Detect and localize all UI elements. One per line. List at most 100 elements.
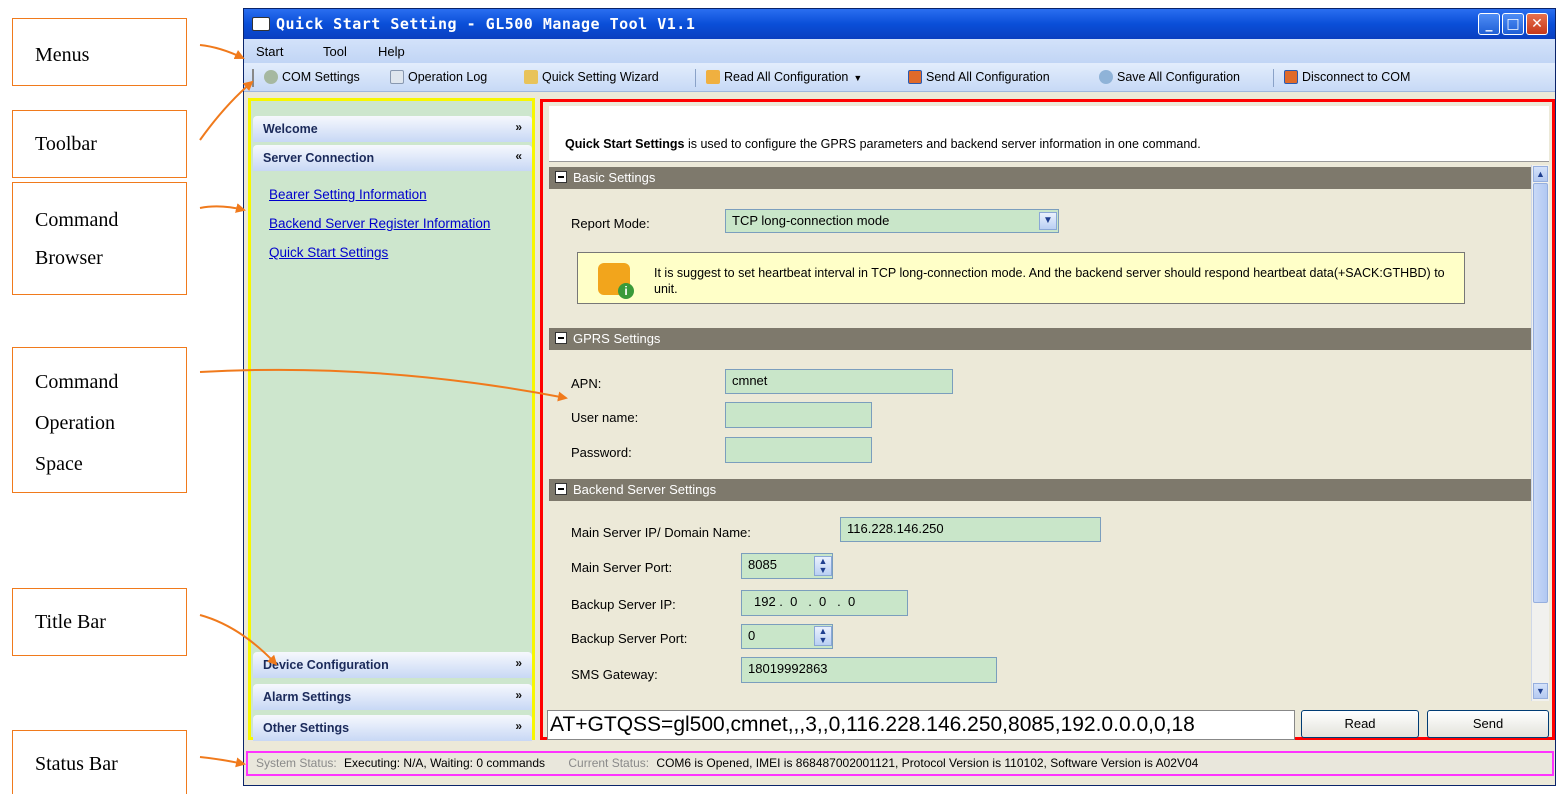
callout-status-bar: Status Bar <box>12 730 187 794</box>
main-server-ip-label: Main Server IP/ Domain Name: <box>571 525 751 540</box>
collapse-icon[interactable] <box>555 332 567 344</box>
read-all-configuration-button[interactable]: Read All Configuration ▼ <box>706 70 862 84</box>
read-all-configuration-label: Read All Configuration <box>724 70 849 84</box>
intro-description: is used to configure the GPRS parameters… <box>684 137 1201 151</box>
operation-log-button[interactable]: Operation Log <box>390 70 487 84</box>
group-other-settings[interactable]: Other Settings » <box>253 715 532 741</box>
minimize-button[interactable]: _ <box>1478 13 1500 35</box>
title-bar: Quick Start Setting - GL500 Manage Tool … <box>244 9 1555 39</box>
system-status-value: Executing: N/A, Waiting: 0 commands <box>344 756 546 770</box>
callout-command-browser-line1: Command <box>35 209 119 231</box>
section-gprs-settings[interactable]: GPRS Settings <box>549 328 1531 350</box>
backup-server-ip-input[interactable]: 192 . 0 . 0 . 0 <box>741 590 908 616</box>
callout-menus: Menus <box>12 18 187 86</box>
link-bearer-setting[interactable]: Bearer Setting Information <box>269 187 427 202</box>
log-icon <box>390 70 404 84</box>
callout-command-op-line2: Operation <box>35 412 115 434</box>
save-icon <box>1099 70 1113 84</box>
report-mode-select[interactable]: TCP long-connection mode <box>725 209 1059 233</box>
intro-title: Quick Start Settings <box>565 137 685 151</box>
operation-log-label: Operation Log <box>408 70 488 84</box>
quick-setting-wizard-label: Quick Setting Wizard <box>542 70 659 84</box>
section-basic-settings[interactable]: Basic Settings <box>549 167 1531 189</box>
menu-help[interactable]: Help <box>378 44 405 59</box>
main-server-ip-input[interactable]: 116.228.146.250 <box>840 517 1101 542</box>
chevron-down-icon: » <box>515 120 522 134</box>
window-title: Quick Start Setting - GL500 Manage Tool … <box>276 15 696 33</box>
menu-bar: Start Tool Help <box>244 39 1555 63</box>
current-status-value: COM6 is Opened, IMEI is 868487002001121,… <box>656 756 1199 770</box>
link-backend-server-register[interactable]: Backend Server Register Information <box>269 216 490 231</box>
collapse-icon[interactable] <box>555 483 567 495</box>
password-input[interactable] <box>725 437 872 463</box>
scrollbar-thumb[interactable] <box>1533 183 1548 603</box>
read-icon <box>706 70 720 84</box>
report-mode-label: Report Mode: <box>571 216 650 231</box>
chevron-down-icon[interactable]: ▼ <box>853 73 862 83</box>
send-all-configuration-button[interactable]: Send All Configuration <box>908 70 1050 84</box>
menu-start[interactable]: Start <box>256 44 283 59</box>
callout-title-bar: Title Bar <box>12 588 187 656</box>
vertical-scrollbar[interactable]: ▲ ▼ <box>1531 165 1549 701</box>
send-button[interactable]: Send <box>1427 710 1549 738</box>
send-icon <box>908 70 922 84</box>
scroll-up-icon[interactable]: ▲ <box>1533 166 1548 182</box>
group-alarm-settings-label: Alarm Settings <box>263 690 352 704</box>
toolbar-grip <box>252 69 254 87</box>
chevron-down-icon[interactable]: ▼ <box>1039 212 1057 230</box>
collapse-icon[interactable] <box>555 171 567 183</box>
backup-port-stepper[interactable]: ▲ ▼ <box>814 626 832 646</box>
main-port-stepper[interactable]: ▲ ▼ <box>814 556 832 576</box>
link-quick-start-settings[interactable]: Quick Start Settings <box>269 245 388 260</box>
username-label: User name: <box>571 410 639 425</box>
close-button[interactable]: ✕ <box>1526 13 1548 35</box>
app-icon <box>252 17 270 31</box>
group-server-connection[interactable]: Server Connection « <box>253 145 532 171</box>
info-icon <box>598 263 634 299</box>
quick-setting-wizard-button[interactable]: Quick Setting Wizard <box>524 70 659 84</box>
callout-command-browser: Command Browser <box>12 182 187 295</box>
group-server-connection-label: Server Connection <box>263 151 375 165</box>
group-other-settings-label: Other Settings <box>263 721 350 735</box>
arrow-status-bar <box>199 756 246 768</box>
read-button[interactable]: Read <box>1301 710 1419 738</box>
command-operation-space: Quick Start Settings is used to configur… <box>540 99 1555 740</box>
save-all-configuration-button[interactable]: Save All Configuration <box>1099 70 1240 84</box>
section-basic-settings-label: Basic Settings <box>573 170 656 185</box>
main-server-port-label: Main Server Port: <box>571 560 673 575</box>
notice-text: It is suggest to set heartbeat interval … <box>654 266 1445 296</box>
chevron-down-icon: » <box>515 656 522 670</box>
chevron-up-icon: « <box>515 149 522 163</box>
arrow-menus <box>199 44 245 60</box>
status-bar: System Status: Executing: N/A, Waiting: … <box>246 751 1554 776</box>
username-input[interactable] <box>725 402 872 428</box>
callout-toolbar: Toolbar <box>12 110 187 178</box>
current-status-label: Current Status: <box>568 756 650 770</box>
apn-label: APN: <box>571 376 602 391</box>
apn-input[interactable]: cmnet <box>725 369 953 394</box>
command-string-field[interactable]: AT+GTQSS=gl500,cmnet,,,3,,0,116.228.146.… <box>547 710 1295 740</box>
toolbar: COM Settings Operation Log Quick Setting… <box>244 63 1555 92</box>
callout-menus-text: Menus <box>35 44 90 66</box>
group-device-configuration[interactable]: Device Configuration » <box>253 652 532 678</box>
scroll-down-icon[interactable]: ▼ <box>1533 683 1548 699</box>
disconnect-icon <box>1284 70 1298 84</box>
com-settings-button[interactable]: COM Settings <box>264 70 360 84</box>
arrow-command-browser <box>199 203 246 213</box>
callout-status-bar-text: Status Bar <box>35 753 118 775</box>
system-status-label: System Status: <box>256 756 337 770</box>
disconnect-com-label: Disconnect to COM <box>1302 70 1411 84</box>
maximize-button[interactable]: □ <box>1502 13 1524 35</box>
group-alarm-settings[interactable]: Alarm Settings » <box>253 684 532 710</box>
sms-gateway-input[interactable]: 18019992863 <box>741 657 997 683</box>
group-welcome[interactable]: Welcome » <box>253 116 532 142</box>
com-settings-label: COM Settings <box>282 70 360 84</box>
report-mode-value: TCP long-connection mode <box>732 213 890 228</box>
section-gprs-settings-label: GPRS Settings <box>573 331 661 346</box>
section-backend-server-settings[interactable]: Backend Server Settings <box>549 479 1531 501</box>
menu-tool[interactable]: Tool <box>323 44 347 59</box>
command-browser: Welcome » Server Connection « Bearer Set… <box>248 98 535 741</box>
wizard-icon <box>524 70 538 84</box>
callout-toolbar-text: Toolbar <box>35 133 97 155</box>
disconnect-com-button[interactable]: Disconnect to COM <box>1284 70 1410 84</box>
